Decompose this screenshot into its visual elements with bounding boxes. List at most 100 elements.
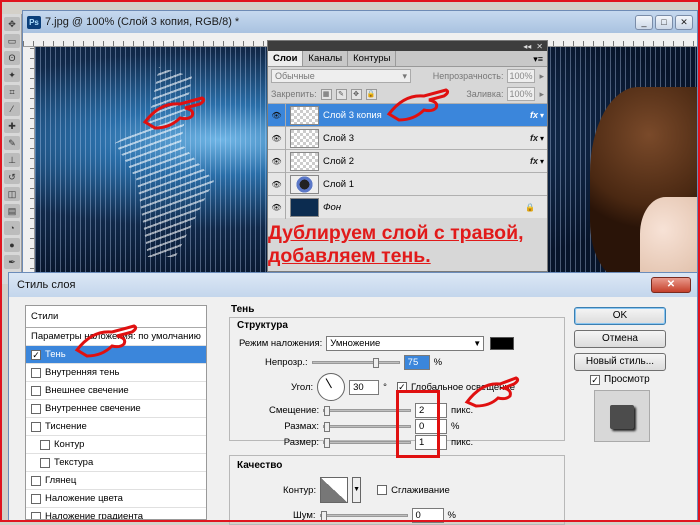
style-checkbox[interactable] bbox=[31, 421, 41, 432]
minimize-button[interactable]: _ bbox=[635, 14, 653, 30]
opacity-slider[interactable] bbox=[311, 358, 400, 368]
lasso-tool-icon[interactable]: ʘ bbox=[4, 51, 20, 65]
style-item[interactable]: Внешнее свечение bbox=[26, 382, 206, 400]
chevron-down-icon[interactable]: ▾ bbox=[540, 134, 547, 143]
crop-tool-icon[interactable]: ⌗ bbox=[4, 85, 20, 99]
noise-slider[interactable] bbox=[319, 511, 408, 521]
style-checkbox[interactable] bbox=[40, 457, 50, 468]
style-checkbox[interactable] bbox=[31, 367, 41, 378]
new-style-button[interactable]: Новый стиль... bbox=[574, 353, 666, 371]
antialias-checkbox[interactable] bbox=[377, 485, 388, 495]
slider-knob[interactable] bbox=[324, 422, 330, 432]
style-checkbox[interactable] bbox=[31, 385, 41, 396]
angle-dial[interactable] bbox=[317, 373, 346, 401]
grass-image bbox=[115, 67, 214, 257]
layer-row[interactable]: 👁 Слой 2 fx ▾ bbox=[268, 149, 547, 173]
eyedropper-tool-icon[interactable]: ⁄ bbox=[4, 102, 20, 116]
close-button[interactable]: ✕ bbox=[675, 14, 693, 30]
tab-channels[interactable]: Каналы bbox=[303, 51, 349, 66]
layer-thumbnail bbox=[290, 151, 319, 171]
layer-row[interactable]: 👁 Слой 3 fx ▾ bbox=[268, 126, 547, 150]
maximize-button[interactable]: □ bbox=[655, 14, 673, 30]
style-checkbox[interactable] bbox=[31, 403, 41, 414]
style-checkbox[interactable] bbox=[31, 475, 41, 486]
style-item[interactable]: Внутренняя тень bbox=[26, 364, 206, 382]
lock-position-icon[interactable]: ✥ bbox=[350, 88, 362, 100]
style-checkbox[interactable]: ✓ bbox=[31, 349, 41, 360]
history-brush-tool-icon[interactable]: ↺ bbox=[4, 170, 20, 184]
style-item[interactable]: Тиснение bbox=[26, 418, 206, 436]
dialog-close-button[interactable]: ✕ bbox=[651, 277, 691, 293]
fill-field[interactable]: 100% bbox=[507, 87, 536, 101]
lock-pixels-icon[interactable]: ✎ bbox=[335, 88, 347, 100]
slider-knob[interactable] bbox=[324, 438, 330, 448]
chevron-right-icon[interactable]: ▸ bbox=[539, 89, 544, 100]
opacity-field[interactable]: 75 bbox=[403, 355, 430, 370]
blend-mode-select[interactable]: Умножение ▼ bbox=[326, 336, 485, 351]
tab-paths[interactable]: Контуры bbox=[348, 51, 397, 66]
pen-tool-icon[interactable]: ✒ bbox=[4, 255, 20, 269]
angle-field[interactable]: 30 bbox=[349, 379, 380, 395]
cancel-button[interactable]: Отмена bbox=[574, 330, 666, 348]
lock-all-icon[interactable]: 🔒 bbox=[365, 88, 377, 100]
style-item[interactable]: Внутреннее свечение bbox=[26, 400, 206, 418]
chevron-down-icon[interactable]: ▼ bbox=[352, 477, 362, 503]
chevron-down-icon[interactable]: ▾ bbox=[540, 157, 547, 166]
style-checkbox[interactable] bbox=[31, 493, 41, 504]
magic-wand-tool-icon[interactable]: ✦ bbox=[4, 68, 20, 82]
noise-field[interactable]: 0 bbox=[411, 508, 444, 523]
panel-menu-icon[interactable]: ▾≡ bbox=[533, 51, 547, 66]
healing-tool-icon[interactable]: ✚ bbox=[4, 119, 20, 133]
tab-layers[interactable]: Слои bbox=[268, 51, 304, 66]
marquee-tool-icon[interactable]: ▭ bbox=[4, 34, 20, 48]
contour-preview[interactable] bbox=[320, 477, 349, 503]
visibility-eye-icon[interactable]: 👁 bbox=[268, 149, 286, 173]
style-checkbox[interactable] bbox=[40, 439, 50, 450]
visibility-eye-icon[interactable]: 👁 bbox=[268, 172, 286, 196]
style-item[interactable]: Параметры наложения: по умолчанию bbox=[26, 328, 206, 346]
styles-header[interactable]: Стили bbox=[26, 306, 206, 328]
style-item[interactable]: Контур bbox=[26, 436, 206, 454]
chevron-down-icon[interactable]: ▾ bbox=[540, 111, 547, 120]
dodge-tool-icon[interactable]: ● bbox=[4, 238, 20, 252]
style-checkbox[interactable] bbox=[31, 511, 41, 519]
style-label: Текстура bbox=[54, 457, 94, 468]
layer-opacity-field[interactable]: 100% bbox=[507, 69, 536, 83]
style-item[interactable]: Наложение цвета bbox=[26, 490, 206, 508]
gradient-tool-icon[interactable]: ▤ bbox=[4, 204, 20, 218]
shadow-color-swatch[interactable] bbox=[490, 337, 515, 350]
collapse-icon[interactable]: ◂◂ bbox=[523, 42, 531, 51]
brush-tool-icon[interactable]: ✎ bbox=[4, 136, 20, 150]
fx-icon[interactable]: fx bbox=[530, 133, 540, 143]
fx-icon[interactable]: fx bbox=[530, 110, 540, 120]
blur-tool-icon[interactable]: ◔ bbox=[4, 221, 20, 235]
layer-row[interactable]: 👁 Слой 1 bbox=[268, 172, 547, 196]
visibility-eye-icon[interactable]: 👁 bbox=[268, 195, 286, 219]
visibility-eye-icon[interactable]: 👁 bbox=[268, 103, 286, 127]
fx-icon[interactable]: fx bbox=[530, 156, 540, 166]
lock-transparency-icon[interactable]: ▦ bbox=[320, 88, 332, 100]
style-item[interactable]: Глянец bbox=[26, 472, 206, 490]
slider-knob[interactable] bbox=[320, 511, 327, 521]
chevron-down-icon: ▾ bbox=[402, 70, 407, 81]
style-item[interactable]: Наложение градиента bbox=[26, 508, 206, 519]
panel-tabs: Слои Каналы Контуры ▾≡ bbox=[268, 51, 547, 67]
distance-row: Смещение: 2 пикс. bbox=[269, 403, 473, 418]
chevron-right-icon[interactable]: ▸ bbox=[539, 71, 544, 82]
layer-blend-select[interactable]: Обычные ▾ bbox=[271, 69, 411, 83]
layer-blend-value: Обычные bbox=[275, 71, 315, 81]
stamp-tool-icon[interactable]: ⊥ bbox=[4, 153, 20, 167]
layer-row[interactable]: 👁 Слой 3 копия fx ▾ bbox=[268, 103, 547, 127]
spread-label: Размах: bbox=[284, 421, 319, 432]
preview-checkbox[interactable]: ✓ bbox=[590, 374, 600, 385]
slider-knob[interactable] bbox=[372, 358, 379, 368]
style-item[interactable]: Текстура bbox=[26, 454, 206, 472]
ok-button[interactable]: OK bbox=[574, 307, 666, 325]
slider-knob[interactable] bbox=[324, 406, 330, 416]
panel-close-icon[interactable]: ✕ bbox=[536, 42, 543, 51]
visibility-eye-icon[interactable]: 👁 bbox=[268, 126, 286, 150]
eraser-tool-icon[interactable]: ◫ bbox=[4, 187, 20, 201]
move-tool-icon[interactable]: ✥ bbox=[4, 17, 20, 31]
style-item[interactable]: ✓ Тень bbox=[26, 346, 206, 364]
layer-row[interactable]: 👁 Фон 🔒 bbox=[268, 195, 547, 219]
